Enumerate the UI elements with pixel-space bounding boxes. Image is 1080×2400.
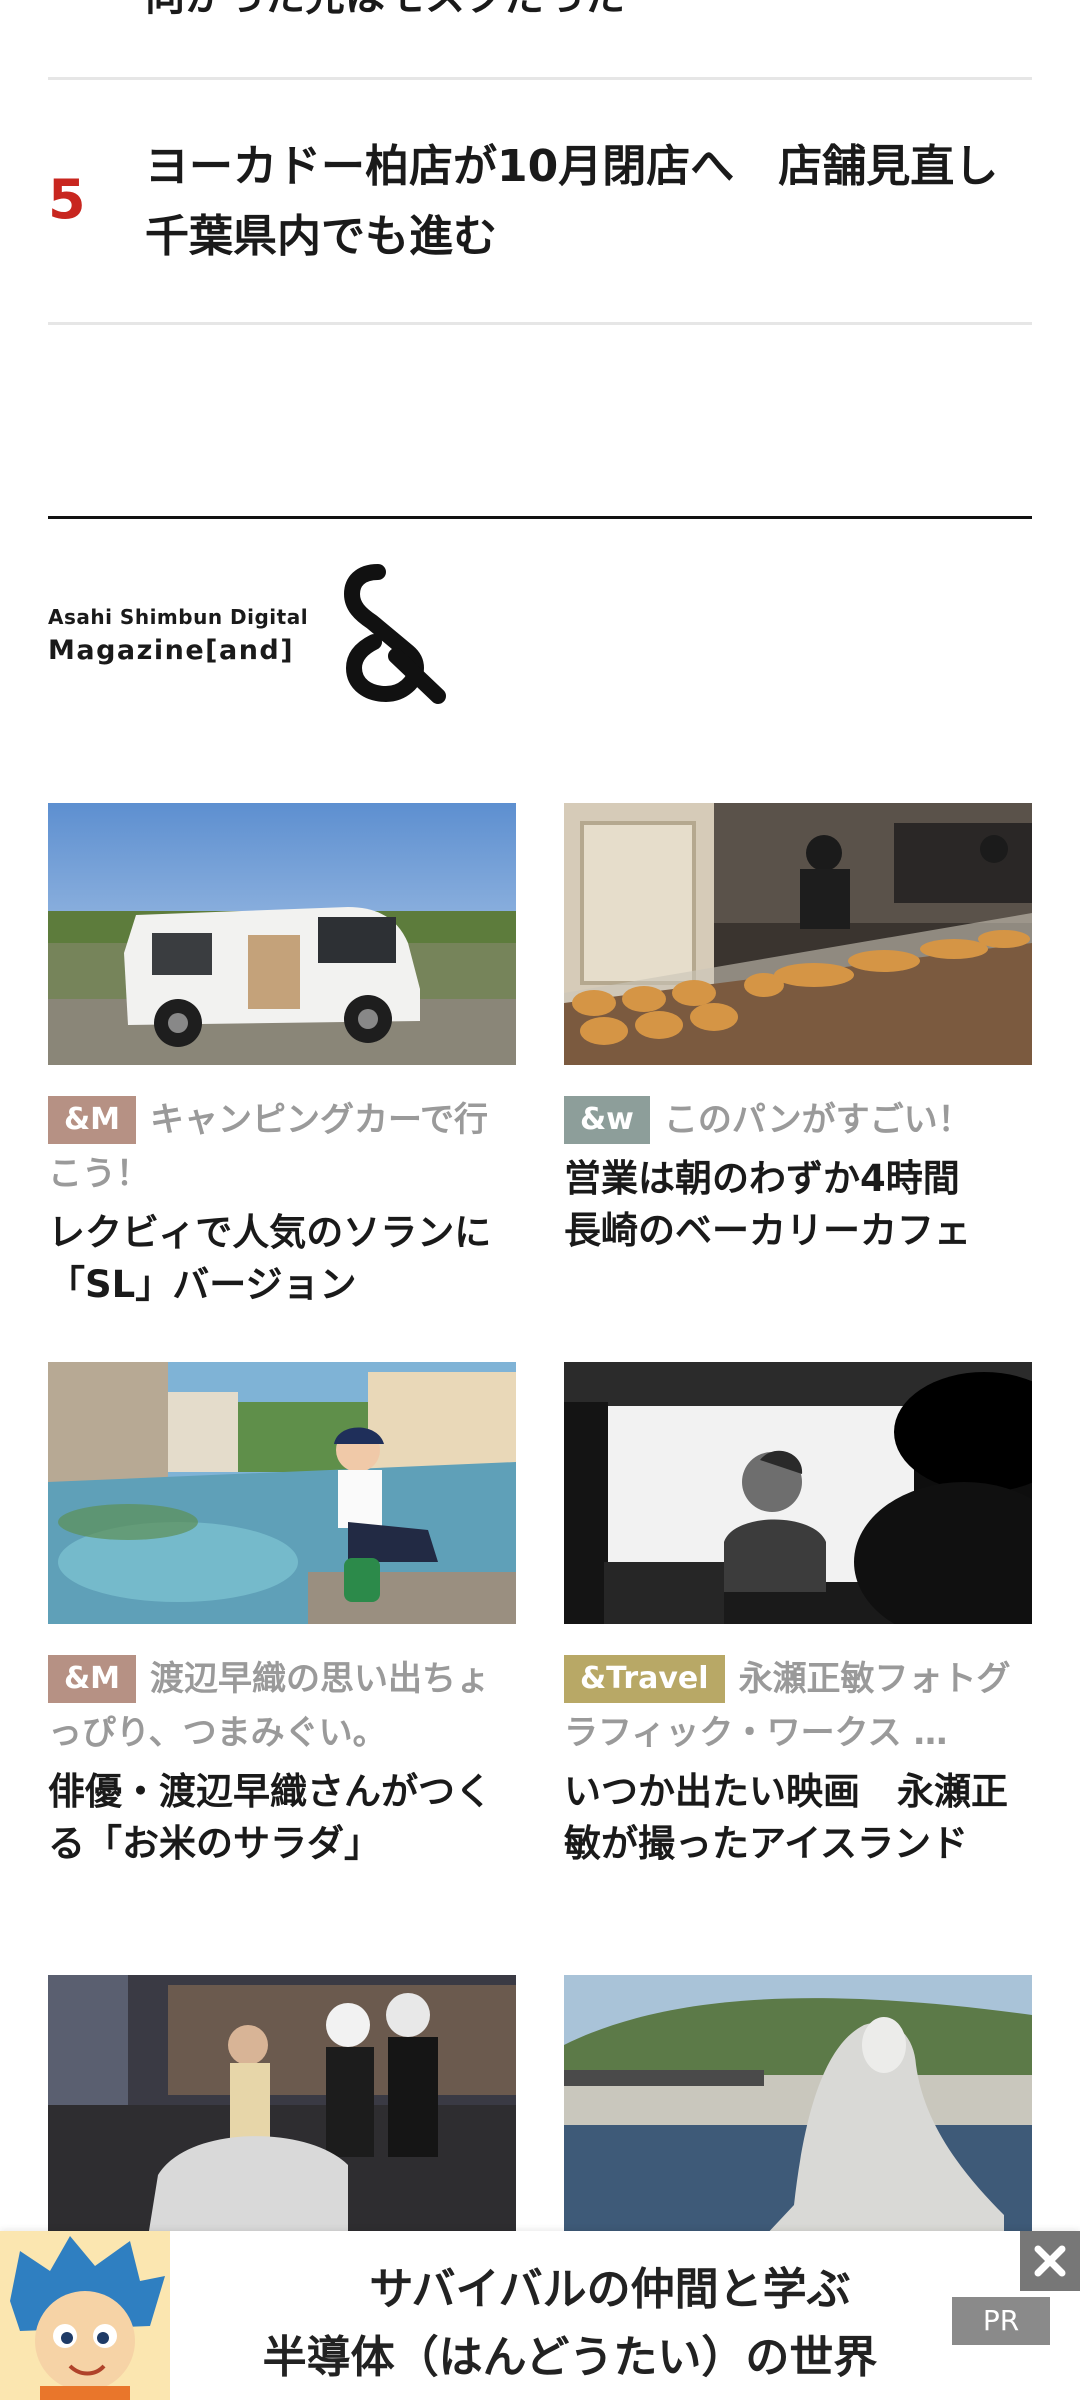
category-tag[interactable]: &w: [564, 1096, 650, 1144]
brand-line1: Asahi Shimbun Digital: [48, 605, 309, 629]
article-meta: &w このパンがすごい！: [564, 1093, 1032, 1147]
category-tag[interactable]: &M: [48, 1655, 137, 1703]
article-headline[interactable]: いつか出たい映画 永瀬正敏が撮ったアイスランド: [564, 1766, 1032, 1870]
article-thumbnail[interactable]: [564, 1975, 1032, 2237]
article-card[interactable]: [564, 1975, 1032, 2237]
brand-line2: Magazine[and]: [48, 635, 295, 666]
article-headline[interactable]: 俳優・渡辺早織さんがつくる「お米のサラダ」: [48, 1766, 516, 1870]
ad-headline-line2: 半導体（はんどうたい）の世界: [262, 2332, 878, 2383]
article-card[interactable]: &w このパンがすごい！ 営業は朝のわずか4時間 長崎のベーカリーカフェ: [564, 803, 1032, 1257]
article-thumbnail[interactable]: [48, 1362, 516, 1624]
article-thumbnail[interactable]: [48, 1975, 516, 2237]
ranking-item-title: 向かった先はモスクだった: [145, 0, 625, 32]
article-card[interactable]: &Travel 永瀬正敏フォトグラフィック・ワークス … いつか出たい映画 永瀬正…: [564, 1362, 1032, 1870]
ranking-number: 5: [48, 168, 86, 231]
section-divider: [48, 516, 1032, 519]
ad-headline-line1: サバイバルの仲間と学ぶ: [369, 2264, 851, 2315]
pr-badge: PR: [952, 2297, 1050, 2345]
magazine-and-logo[interactable]: Asahi Shimbun Digital Magazine[and]: [48, 560, 468, 710]
ranking-item-5[interactable]: 5 ヨーカドー柏店が10月閉店へ 店舗見直し千葉県内でも進む: [48, 83, 1032, 325]
article-thumbnail[interactable]: [564, 1362, 1032, 1624]
ranking-item-4[interactable]: 向かった先はモスクだった: [48, 0, 1032, 80]
category-tag[interactable]: &M: [48, 1096, 137, 1144]
article-meta: &M 渡辺早織の思い出ちょっぴり、つまみぐい。: [48, 1652, 516, 1760]
article-headline[interactable]: 営業は朝のわずか4時間 長崎のベーカリーカフェ: [564, 1153, 1032, 1257]
article-thumbnail[interactable]: [48, 803, 516, 1065]
article-meta: &Travel 永瀬正敏フォトグラフィック・ワークス …: [564, 1652, 1032, 1760]
article-headline[interactable]: レクビィで人気のソランに「SL」バージョン: [48, 1207, 516, 1311]
category-tag[interactable]: &Travel: [564, 1655, 725, 1703]
series-label: このパンがすごい！: [663, 1100, 972, 1140]
ad-close-button[interactable]: [1020, 2231, 1080, 2291]
article-thumbnail[interactable]: [564, 803, 1032, 1065]
ranking-item-title: ヨーカドー柏店が10月閉店へ 店舗見直し千葉県内でも進む: [145, 141, 999, 262]
article-meta: &M キャンピングカーで行こう！: [48, 1093, 516, 1201]
ampersand-logo-icon: [343, 564, 446, 704]
close-icon: [1034, 2245, 1066, 2277]
article-card[interactable]: [48, 1975, 516, 2237]
article-card[interactable]: &M キャンピングカーで行こう！ レクビィで人気のソランに「SL」バージョン: [48, 803, 516, 1311]
ad-banner[interactable]: サバイバルの仲間と学ぶ 半導体（はんどうたい）の世界 PR: [0, 2231, 1080, 2400]
article-card[interactable]: &M 渡辺早織の思い出ちょっぴり、つまみぐい。 俳優・渡辺早織さんがつくる「お米の…: [48, 1362, 516, 1870]
